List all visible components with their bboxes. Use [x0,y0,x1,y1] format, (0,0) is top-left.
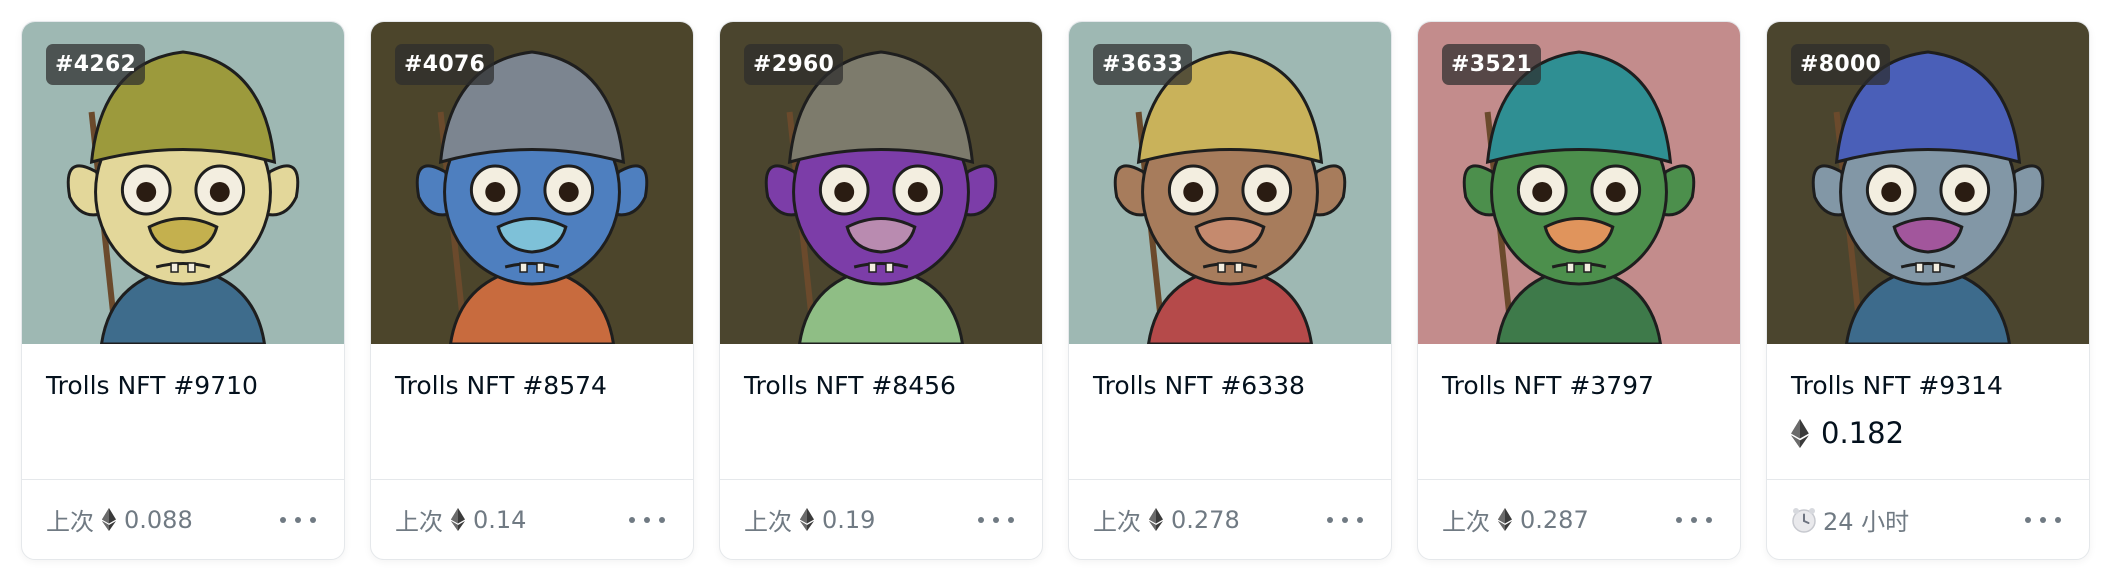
token-id-badge: #3633 [1093,44,1193,85]
card-footer: 上次 0.287 [1418,479,1740,559]
nft-media[interactable]: #3521 [1418,22,1740,344]
nft-media[interactable]: #4076 [371,22,693,344]
card-info: Trolls NFT #8456 [720,344,1042,479]
last-sale-label: 上次 [1442,508,1490,536]
eth-icon [1498,508,1512,531]
last-sale-value: 0.278 [1171,505,1240,534]
nft-card[interactable]: #4262 Trolls NFT #9710 上次 0.088 [21,21,345,560]
token-id-badge: #3521 [1442,44,1542,85]
time-remaining: 24 小时 [1823,508,1910,536]
nft-media[interactable]: #4262 [22,22,344,344]
card-footer: 上次 0.19 [720,479,1042,559]
card-info: Trolls NFT #8574 [371,344,693,479]
eth-icon [800,508,814,531]
nft-media[interactable]: #8000 [1767,22,2089,344]
nft-name[interactable]: Trolls NFT #6338 [1093,370,1391,402]
card-footer: 上次 0.088 [22,479,344,559]
more-dots-icon[interactable] [1672,507,1716,533]
eth-icon [102,508,116,531]
eth-icon [1149,508,1163,531]
token-id-badge: #4262 [46,44,146,85]
nft-media[interactable]: #3633 [1069,22,1391,344]
last-sale-label: 上次 [744,508,792,536]
card-info: Trolls NFT #3797 [1418,344,1740,479]
card-info: Trolls NFT #9314 0.182 [1767,344,2089,479]
nft-media[interactable]: #2960 [720,22,1042,344]
nft-name[interactable]: Trolls NFT #8456 [744,370,1042,402]
last-sale-value: 0.088 [124,505,193,534]
last-sale-label: 上次 [395,508,443,536]
token-id-badge: #2960 [744,44,844,85]
card-footer: 上次 0.14 [371,479,693,559]
more-dots-icon[interactable] [625,507,669,533]
last-sale-label: 上次 [46,508,94,536]
last-sale-value: 0.14 [473,505,527,534]
card-info: Trolls NFT #6338 [1069,344,1391,479]
price-row: 0.182 [1791,416,2089,450]
nft-name[interactable]: Trolls NFT #9710 [46,370,344,402]
card-footer: 24 小时 [1767,479,2089,559]
card-footer: 上次 0.278 [1069,479,1391,559]
token-id-badge: #8000 [1791,44,1891,85]
last-sale-label: 上次 [1093,508,1141,536]
nft-name[interactable]: Trolls NFT #8574 [395,370,693,402]
last-sale-value: 0.287 [1520,505,1589,534]
card-info: Trolls NFT #9710 [22,344,344,479]
nft-card[interactable]: #2960 Trolls NFT #8456 上次 0.19 [719,21,1043,560]
eth-icon [451,508,465,531]
more-dots-icon[interactable] [276,507,320,533]
nft-card[interactable]: #3633 Trolls NFT #6338 上次 0.278 [1068,21,1392,560]
nft-card[interactable]: #8000 Trolls NFT #9314 0.182 24 小时 [1766,21,2090,560]
nft-name[interactable]: Trolls NFT #9314 [1791,370,2089,402]
more-dots-icon[interactable] [974,507,1018,533]
last-sale-value: 0.19 [822,505,876,534]
more-dots-icon[interactable] [1323,507,1367,533]
nft-card-grid: #4262 Trolls NFT #9710 上次 0.088 #4076 Trolls … [21,21,2090,560]
more-dots-icon[interactable] [2021,507,2065,533]
nft-card[interactable]: #3521 Trolls NFT #3797 上次 0.287 [1417,21,1741,560]
nft-name[interactable]: Trolls NFT #3797 [1442,370,1740,402]
token-id-badge: #4076 [395,44,495,85]
eth-icon [1791,418,1809,448]
clock-icon [1792,507,1816,533]
price-value: 0.182 [1821,416,1905,450]
nft-card[interactable]: #4076 Trolls NFT #8574 上次 0.14 [370,21,694,560]
